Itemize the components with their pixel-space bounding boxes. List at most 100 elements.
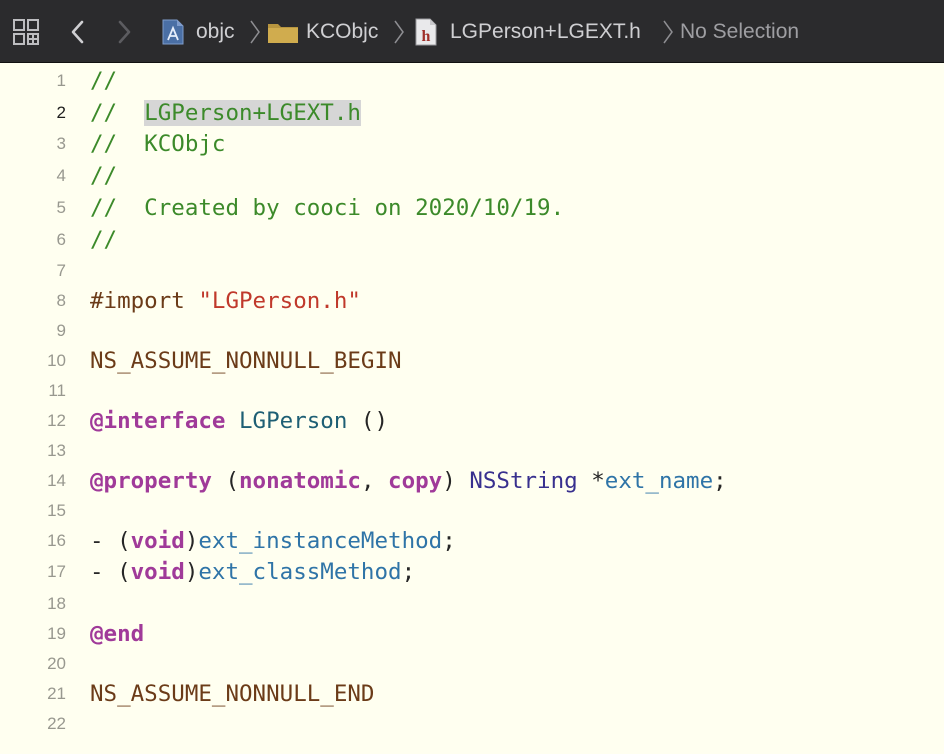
line-number: 20 — [47, 654, 66, 673]
line-number: 13 — [47, 441, 66, 460]
code-token-plain: ; — [401, 559, 416, 585]
code-token-macro: #import — [90, 288, 199, 314]
line-number: 18 — [47, 594, 66, 613]
code-token-keyword: void — [130, 559, 185, 585]
line-number: 9 — [56, 321, 66, 340]
code-text: @interface LGPerson () — [90, 406, 388, 436]
code-line[interactable]: 15 — [0, 496, 944, 526]
code-token-keyword: nonatomic — [239, 468, 361, 494]
code-line[interactable]: 5 // Created by cooci on 2020/10/19. — [0, 193, 944, 223]
code-line[interactable]: 11 — [0, 376, 944, 406]
header-file-icon: h — [414, 0, 438, 63]
code-token-plain: - ( — [90, 528, 131, 554]
code-token-ident: ext_classMethod — [198, 559, 402, 585]
code-line[interactable]: 13 — [0, 436, 944, 466]
code-token-comment: // — [90, 163, 118, 189]
folder-icon — [267, 0, 299, 63]
code-line[interactable]: 10 NS_ASSUME_NONNULL_BEGIN — [0, 346, 944, 376]
code-line[interactable]: 6 // — [0, 225, 944, 255]
code-text: NS_ASSUME_NONNULL_END — [90, 679, 374, 709]
breadcrumb-file[interactable]: LGPerson+LGEXT.h — [450, 18, 641, 46]
code-text: // KCObjc — [90, 129, 225, 159]
line-number: 3 — [56, 134, 66, 153]
code-line[interactable]: 4 // — [0, 161, 944, 191]
code-text: - (void)ext_instanceMethod; — [90, 526, 456, 556]
xcode-project-icon — [160, 0, 186, 63]
code-token-ident: ext_name — [604, 468, 714, 494]
code-token-keyword: void — [130, 528, 185, 554]
jump-bar: objc KCObjc h LGPerson+LGEXT.h No Select… — [0, 0, 944, 63]
code-token-plain: () — [347, 408, 389, 434]
code-token-plain: , — [360, 468, 389, 494]
line-number: 5 — [56, 198, 66, 217]
line-number: 14 — [47, 471, 66, 490]
line-number: 6 — [56, 230, 66, 249]
code-token-type: NSString — [469, 468, 578, 494]
code-text: // LGPerson+LGEXT.h — [90, 98, 361, 128]
code-text: - (void)ext_classMethod; — [90, 557, 415, 587]
code-line[interactable]: 19 @end — [0, 619, 944, 649]
line-number: 8 — [56, 291, 66, 310]
code-line[interactable]: 3 // KCObjc — [0, 129, 944, 159]
code-text: // Created by cooci on 2020/10/19. — [90, 193, 564, 223]
line-number: 4 — [56, 166, 66, 185]
code-line[interactable]: 1 // — [0, 66, 944, 96]
code-token-plain: ; — [713, 468, 727, 494]
forward-chevron-icon[interactable] — [114, 0, 134, 63]
code-token-string: "LGPerson.h" — [198, 288, 361, 314]
code-line[interactable]: 12 @interface LGPerson () — [0, 406, 944, 436]
line-number: 11 — [48, 381, 66, 400]
code-line[interactable]: 20 — [0, 649, 944, 679]
code-line[interactable]: 18 — [0, 589, 944, 619]
code-token-keyword: copy — [388, 468, 443, 494]
line-number: 10 — [47, 351, 66, 370]
line-number: 2 — [56, 103, 66, 122]
line-number: 16 — [47, 531, 66, 550]
code-text: #import "LGPerson.h" — [90, 286, 361, 316]
line-number: 22 — [47, 714, 66, 733]
breadcrumb-project[interactable]: objc — [196, 18, 235, 46]
code-token-macro: NS_ASSUME_NONNULL_END — [90, 681, 375, 707]
code-token-plain: ; — [442, 528, 456, 554]
code-text: // — [90, 161, 117, 191]
line-number: 12 — [47, 411, 66, 430]
code-token-plain: ( — [211, 468, 240, 494]
source-editor[interactable]: 1 // 2 // LGPerson+LGEXT.h 3 // KCObjc 4 // 5 // … — [0, 63, 944, 754]
code-line[interactable]: 14 @property (nonatomic, copy) NSString *… — [0, 466, 944, 496]
code-line[interactable]: 9 — [0, 316, 944, 346]
code-token-comment: // Created by cooci on 2020/10/19. — [90, 195, 565, 221]
breadcrumb-separator-icon — [250, 20, 260, 44]
breadcrumb-separator-icon — [663, 20, 673, 44]
code-token-plain: ) — [184, 559, 199, 585]
code-text: NS_ASSUME_NONNULL_BEGIN — [90, 346, 402, 376]
code-token-plain: ) — [184, 528, 199, 554]
code-token-keyword: @end — [90, 621, 145, 647]
line-number: 21 — [47, 684, 66, 703]
svg-text:h: h — [422, 28, 431, 45]
code-token-plain: * — [577, 468, 605, 494]
code-token-macro: NS_ASSUME_NONNULL_BEGIN — [90, 348, 402, 374]
code-line[interactable]: 2 // LGPerson+LGEXT.h — [0, 98, 944, 128]
breadcrumb-separator-icon — [394, 20, 404, 44]
code-line[interactable]: 17 - (void)ext_classMethod; — [0, 557, 944, 587]
breadcrumb-selection[interactable]: No Selection — [680, 18, 799, 46]
code-token-plain: ) — [442, 468, 470, 494]
code-token-comment: LGPerson+LGEXT.h — [144, 100, 361, 126]
breadcrumb-folder[interactable]: KCObjc — [306, 18, 378, 46]
code-token-plain: - ( — [90, 559, 131, 585]
line-number: 17 — [47, 562, 66, 581]
code-token-comment: // — [90, 68, 118, 94]
back-chevron-icon[interactable] — [68, 0, 88, 63]
related-items-icon[interactable] — [12, 0, 40, 63]
code-line[interactable]: 22 — [0, 709, 944, 739]
code-token-class: LGPerson — [239, 408, 348, 434]
code-token-comment: // KCObjc — [90, 131, 226, 157]
code-line[interactable]: 8 #import "LGPerson.h" — [0, 286, 944, 316]
code-text: // — [90, 225, 117, 255]
code-line[interactable]: 16 - (void)ext_instanceMethod; — [0, 526, 944, 556]
code-line[interactable]: 7 — [0, 256, 944, 286]
code-line[interactable]: 21 NS_ASSUME_NONNULL_END — [0, 679, 944, 709]
line-number: 19 — [47, 624, 66, 643]
line-number: 7 — [56, 261, 66, 280]
